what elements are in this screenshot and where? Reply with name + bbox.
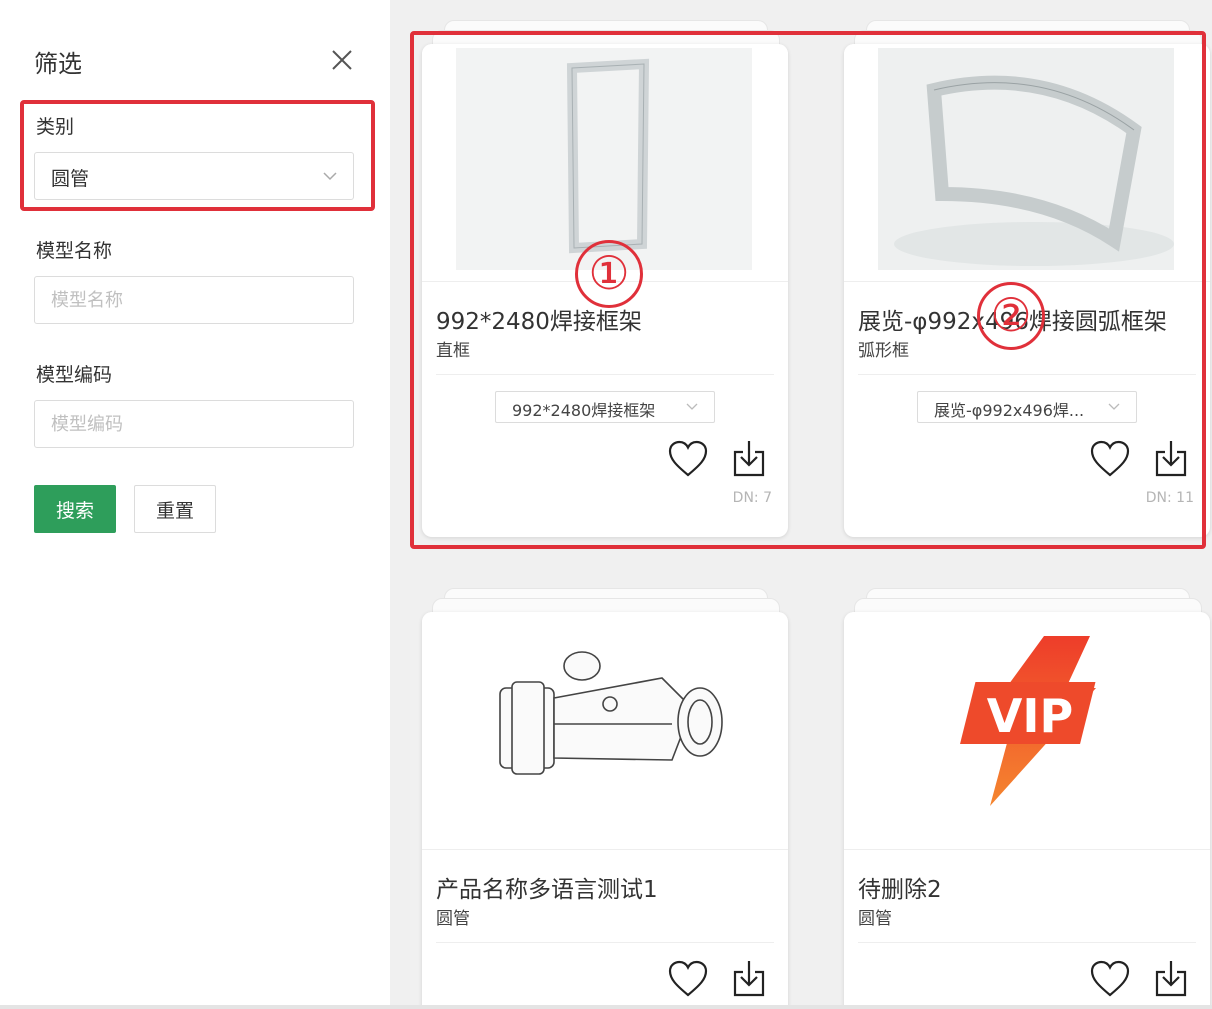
card-category: 圆管 — [858, 909, 892, 929]
annotation-marker-2: ② — [977, 282, 1045, 350]
vip-badge-image: VIP — [960, 636, 1096, 806]
download-icon[interactable] — [732, 958, 766, 998]
heart-icon[interactable] — [1090, 440, 1130, 478]
filter-title: 筛选 — [34, 50, 82, 78]
card-title: 产品名称多语言测试1 — [436, 877, 658, 903]
category-label: 类别 — [36, 116, 75, 138]
chevron-down-icon — [323, 172, 337, 181]
download-icon[interactable] — [1154, 958, 1188, 998]
vip-text: VIP — [987, 689, 1073, 743]
annotation-marker-1: ① — [575, 240, 643, 308]
category-select-value: 圆管 — [51, 168, 90, 190]
spec-select[interactable]: 展览-φ992x496焊... — [917, 391, 1137, 423]
divider — [436, 374, 774, 375]
model-name-label: 模型名称 — [36, 240, 113, 262]
model-card[interactable]: VIP 待删除2 圆管 — [844, 612, 1210, 1009]
download-count: DN: 7 — [732, 490, 772, 506]
model-thumbnail[interactable]: VIP — [844, 612, 1210, 850]
reset-button[interactable]: 重置 — [134, 485, 216, 533]
chevron-down-icon — [686, 403, 698, 410]
model-name-input[interactable] — [34, 276, 354, 324]
close-icon[interactable] — [330, 48, 354, 72]
model-grid: 992*2480焊接框架 直框 992*2480焊接框架 DN: 7 展览-φ9… — [390, 0, 1212, 1009]
pipe-fitting-image — [499, 651, 723, 775]
download-count: DN: 11 — [1145, 490, 1194, 506]
arc-frame-image — [878, 48, 1174, 270]
spec-select-value: 展览-φ992x496焊... — [934, 401, 1085, 420]
divider — [436, 942, 774, 943]
search-button[interactable]: 搜索 — [34, 485, 116, 533]
model-code-label: 模型编码 — [36, 364, 113, 386]
model-thumbnail[interactable] — [844, 44, 1210, 282]
card-category: 弧形框 — [858, 341, 909, 361]
spec-select-value: 992*2480焊接框架 — [512, 401, 656, 420]
divider — [858, 374, 1196, 375]
divider — [858, 942, 1196, 943]
filter-sidebar: 筛选 类别 圆管 模型名称 模型编码 搜索 重置 — [0, 0, 390, 1009]
model-thumbnail[interactable] — [422, 612, 788, 850]
chevron-down-icon — [1108, 403, 1120, 410]
category-select[interactable]: 圆管 — [34, 152, 354, 200]
bottom-border — [0, 1005, 1212, 1009]
card-title: 待删除2 — [858, 877, 942, 903]
model-code-input[interactable] — [34, 400, 354, 448]
model-card[interactable]: 产品名称多语言测试1 圆管 — [422, 612, 788, 1009]
download-icon[interactable] — [1154, 438, 1188, 478]
spec-select[interactable]: 992*2480焊接框架 — [495, 391, 715, 423]
card-category: 直框 — [436, 341, 470, 361]
card-category: 圆管 — [436, 909, 470, 929]
heart-icon[interactable] — [668, 440, 708, 478]
heart-icon[interactable] — [668, 960, 708, 998]
download-icon[interactable] — [732, 438, 766, 478]
heart-icon[interactable] — [1090, 960, 1130, 998]
